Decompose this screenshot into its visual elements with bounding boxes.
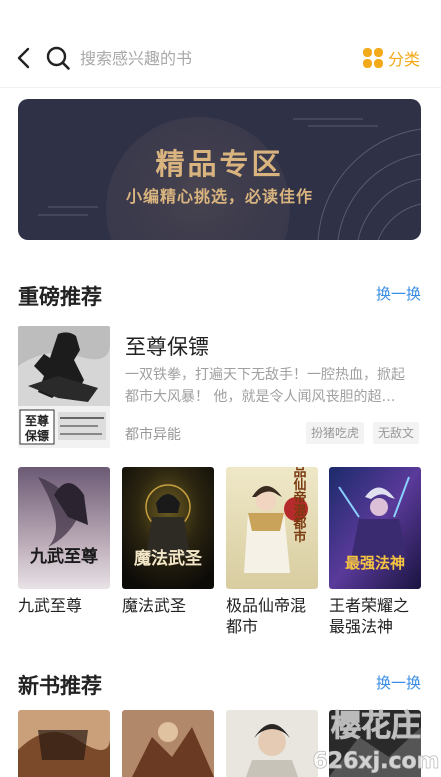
book-card[interactable]: 最强法神 王者荣耀之最强法神 xyxy=(329,467,421,637)
book-cover-title: 极品仙帝混都市 xyxy=(291,467,308,544)
featured-book-cover[interactable]: 至尊 保镖 xyxy=(18,326,110,448)
tag-badge: 扮猪吃虎 xyxy=(306,422,365,444)
book-title: 极品仙帝混都市 xyxy=(226,596,307,636)
featured-book-category: 都市异能 xyxy=(125,427,181,443)
book-cover-title: 魔法武圣 xyxy=(134,548,203,569)
tag-badge: 无敌文 xyxy=(373,422,420,444)
book-card[interactable]: 魔法武圣 魔法武圣 xyxy=(122,467,214,616)
category-button[interactable]: 分类 xyxy=(362,44,420,72)
book-title: 魔法武圣 xyxy=(122,596,187,615)
refresh-new-button[interactable]: 换一换 xyxy=(376,672,421,693)
category-label: 分类 xyxy=(388,50,421,69)
featured-cover-text-2: 保镖 xyxy=(24,428,49,443)
book-cover: 魔法武圣 xyxy=(122,467,214,589)
featured-desc-line-2: 都市大风暴！ 他，就是令人闻风丧胆的超… xyxy=(125,389,396,405)
featured-desc-line-1: 一双铁拳，打遍天下无敌手！一腔热血，掀起 xyxy=(125,367,405,383)
category-grid-icon xyxy=(363,48,383,68)
book-cover[interactable] xyxy=(18,710,110,777)
section-title-hot: 重磅推荐 xyxy=(18,285,102,309)
featured-book-title[interactable]: 至尊保镖 xyxy=(125,331,209,361)
search-input[interactable] xyxy=(80,44,340,72)
book-title: 九武至尊 xyxy=(18,596,83,615)
book-card[interactable]: 九武至尊 九武至尊 xyxy=(18,467,110,616)
chevron-left-icon[interactable] xyxy=(14,44,34,72)
premium-zone-banner[interactable]: 精品专区 小编精心挑选，必读佳作 xyxy=(18,99,421,240)
book-card[interactable]: 极品仙帝混都市 极品仙帝混都市 xyxy=(226,467,318,637)
top-bar: 分类 xyxy=(0,0,441,88)
book-cover[interactable] xyxy=(226,710,318,777)
featured-book-description: 一双铁拳，打遍天下无敌手！一腔热血，掀起 都市大风暴！ 他，就是令人闻风丧胆的超… xyxy=(125,364,421,408)
featured-cover-text-1: 至尊 xyxy=(25,413,49,428)
book-cover: 九武至尊 xyxy=(18,467,110,589)
section-title-new: 新书推荐 xyxy=(18,674,102,698)
refresh-hot-button[interactable]: 换一换 xyxy=(376,283,421,304)
book-cover[interactable] xyxy=(122,710,214,777)
banner-subtitle: 小编精心挑选，必读佳作 xyxy=(125,187,313,206)
book-title: 王者荣耀之最强法神 xyxy=(329,596,410,636)
search-icon xyxy=(46,46,70,70)
banner-title: 精品专区 xyxy=(155,147,284,181)
book-cover: 极品仙帝混都市 xyxy=(226,467,318,589)
book-cover-title: 最强法神 xyxy=(345,554,405,572)
book-cover: 最强法神 xyxy=(329,467,421,589)
book-cover-title: 九武至尊 xyxy=(29,546,98,567)
book-cover[interactable] xyxy=(329,710,421,777)
